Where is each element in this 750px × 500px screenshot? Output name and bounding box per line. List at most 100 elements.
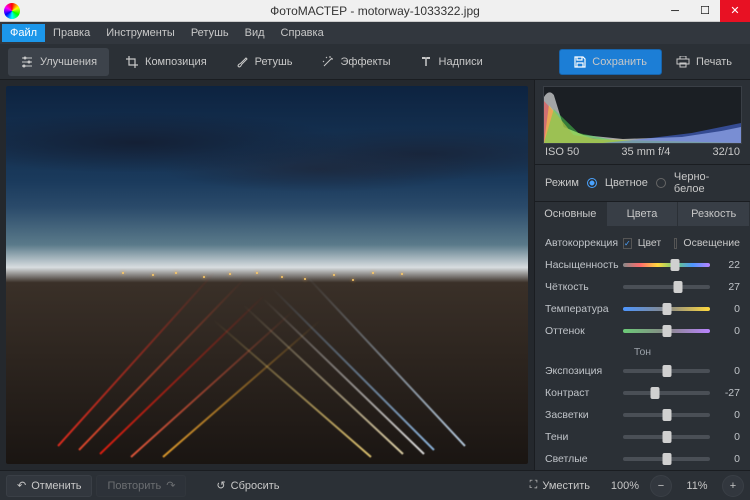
redo-icon: ↷ <box>166 479 175 492</box>
close-button[interactable]: ✕ <box>720 0 750 22</box>
text-icon <box>419 55 433 69</box>
fit-label: Уместить <box>542 480 590 492</box>
light-streak <box>271 287 435 451</box>
reset-button[interactable]: ↺ Сбросить <box>206 475 289 497</box>
city-light <box>256 272 258 274</box>
window-title: ФотоМАСТЕР - motorway-1033322.jpg <box>0 4 750 18</box>
save-icon <box>574 56 586 68</box>
slider-thumb[interactable] <box>671 259 680 271</box>
zoom-out-button[interactable]: − <box>650 475 672 497</box>
slider-thumb[interactable] <box>662 409 671 421</box>
slider-track[interactable] <box>623 263 710 267</box>
titlebar: ФотоМАСТЕР - motorway-1033322.jpg ─ ☐ ✕ <box>0 0 750 22</box>
slider-row-Засветки: Засветки0 <box>545 404 740 426</box>
mode-color-label: Цветное <box>605 177 648 189</box>
reset-label: Сбросить <box>231 480 280 492</box>
slider-value: 0 <box>716 303 740 315</box>
wand-icon <box>321 55 335 69</box>
undo-label: Отменить <box>31 480 81 492</box>
city-light <box>122 272 124 274</box>
undo-button[interactable]: ↶ Отменить <box>6 475 92 497</box>
undo-icon: ↶ <box>17 479 26 492</box>
auto-label: Автокоррекция <box>545 237 617 249</box>
mode-row: Режим Цветное Черно-белое <box>535 164 750 202</box>
exif-iso: ISO 50 <box>545 146 579 158</box>
redo-button[interactable]: Повторить ↷ <box>96 475 186 497</box>
minus-icon: − <box>658 480 664 492</box>
menu-item-вид[interactable]: Вид <box>237 24 273 42</box>
slider-value: 27 <box>716 281 740 293</box>
slider-track[interactable] <box>623 457 710 461</box>
slider-thumb[interactable] <box>662 431 671 443</box>
tool-tab-2[interactable]: Ретушь <box>223 48 305 76</box>
slider-label: Тени <box>545 431 617 443</box>
slider-track[interactable] <box>623 329 710 333</box>
slider-value: 0 <box>716 431 740 443</box>
slider-thumb[interactable] <box>662 453 671 465</box>
tool-tab-1[interactable]: Композиция <box>113 48 219 76</box>
city-light <box>372 272 374 274</box>
menu-item-справка[interactable]: Справка <box>273 24 332 42</box>
canvas-area[interactable] <box>0 80 534 470</box>
city-light <box>304 278 306 280</box>
city-light <box>229 273 231 275</box>
slider-label: Температура <box>545 303 617 315</box>
slider-value: 0 <box>716 325 740 337</box>
slider-label: Экспозиция <box>545 365 617 377</box>
auto-light-label: Освещение <box>683 237 740 249</box>
toolbar: УлучшенияКомпозицияРетушьЭффектыНадписи … <box>0 44 750 80</box>
minimize-button[interactable]: ─ <box>660 0 690 22</box>
menu-item-инструменты[interactable]: Инструменты <box>98 24 183 42</box>
slider-row-Тени: Тени 0 <box>545 426 740 448</box>
prop-tab-1[interactable]: Цвета <box>607 202 679 226</box>
slider-label: Насыщенность <box>545 259 617 271</box>
checkbox-color[interactable] <box>623 238 632 249</box>
print-button[interactable]: Печать <box>666 49 742 75</box>
prop-tab-0[interactable]: Основные <box>535 202 607 226</box>
radio-color[interactable] <box>587 178 597 188</box>
slider-track[interactable] <box>623 391 710 395</box>
slider-track[interactable] <box>623 369 710 373</box>
maximize-button[interactable]: ☐ <box>690 0 720 22</box>
light-streak <box>78 276 246 450</box>
menu-item-файл[interactable]: Файл <box>2 24 45 42</box>
slider-thumb[interactable] <box>673 281 682 293</box>
zoom-in-button[interactable]: + <box>722 475 744 497</box>
slider-row-Экспозиция: Экспозиция 0 <box>545 360 740 382</box>
slider-track[interactable] <box>623 285 710 289</box>
tool-tab-4[interactable]: Надписи <box>407 48 495 76</box>
light-streak <box>242 303 404 454</box>
save-label: Сохранить <box>592 56 647 68</box>
tool-tab-label: Ретушь <box>255 56 293 68</box>
slider-label: Оттенок <box>545 325 617 337</box>
tool-tab-3[interactable]: Эффекты <box>309 48 403 76</box>
radio-bw[interactable] <box>656 178 666 188</box>
slider-thumb[interactable] <box>662 303 671 315</box>
tool-tab-label: Улучшения <box>40 56 97 68</box>
menu-item-правка[interactable]: Правка <box>45 24 98 42</box>
slider-thumb[interactable] <box>651 387 660 399</box>
slider-track[interactable] <box>623 435 710 439</box>
slider-thumb[interactable] <box>662 365 671 377</box>
slider-label: Чёткость <box>545 281 617 293</box>
city-light <box>203 276 205 278</box>
tool-tab-0[interactable]: Улучшения <box>8 48 109 76</box>
menu-item-ретушь[interactable]: Ретушь <box>183 24 237 42</box>
slider-value: 0 <box>716 365 740 377</box>
reset-icon: ↺ <box>216 479 225 492</box>
slider-track[interactable] <box>623 413 710 417</box>
tool-tab-label: Эффекты <box>341 56 391 68</box>
exif-row: ISO 50 35 mm f/4 32/10 <box>535 146 750 164</box>
fit-button[interactable]: ⛶ Уместить <box>520 475 600 497</box>
slider-row-Насыщенность: Насыщенность22 <box>545 254 740 276</box>
slider-thumb[interactable] <box>662 325 671 337</box>
slider-track[interactable] <box>623 307 710 311</box>
slider-row-Температура: Температура 0 <box>545 298 740 320</box>
save-button[interactable]: Сохранить <box>559 49 662 75</box>
prop-tab-2[interactable]: Резкость <box>678 202 750 226</box>
print-icon <box>676 56 690 68</box>
checkbox-light[interactable] <box>674 238 677 249</box>
mode-label: Режим <box>545 177 579 189</box>
slider-value: 0 <box>716 453 740 465</box>
workarea: ISO 50 35 mm f/4 32/10 Режим Цветное Чер… <box>0 80 750 470</box>
